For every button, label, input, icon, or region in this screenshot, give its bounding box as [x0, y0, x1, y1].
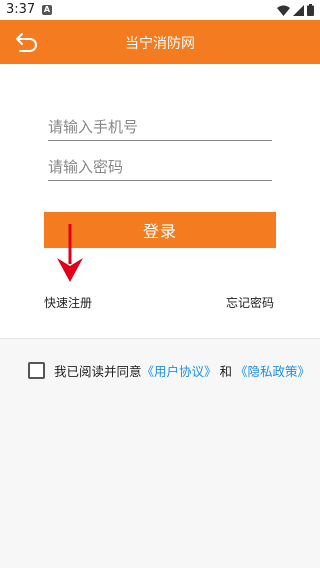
status-time: 3:37: [6, 2, 36, 17]
status-icons: [277, 4, 314, 16]
agreement-conjunction: 和: [219, 363, 233, 379]
login-form: 登录 快速注册 忘记密码: [0, 64, 320, 339]
register-link[interactable]: 快速注册: [44, 294, 92, 311]
forgot-password-link[interactable]: 忘记密码: [226, 294, 274, 311]
password-input[interactable]: [48, 154, 272, 181]
page-title: 当宁消防网: [125, 36, 195, 52]
app-bar: 当宁消防网: [0, 20, 320, 64]
signal-icon: [293, 4, 304, 16]
phone-input[interactable]: [48, 114, 272, 141]
battery-icon: [307, 4, 314, 16]
agreement-checkbox[interactable]: [28, 361, 45, 379]
red-arrow-annotation: [57, 224, 83, 282]
privacy-policy-link[interactable]: 《隐私政策》: [235, 361, 310, 380]
agreement-prefix: 我已阅读并同意: [54, 363, 142, 379]
wifi-icon: [277, 5, 290, 16]
notification-icon: A: [42, 5, 52, 15]
status-bar: 3:37 A: [0, 0, 320, 20]
user-agreement-link[interactable]: 《用户协议》: [142, 361, 217, 380]
agreement-row: 我已阅读并同意 《用户协议》 和 《隐私政策》: [28, 360, 310, 380]
